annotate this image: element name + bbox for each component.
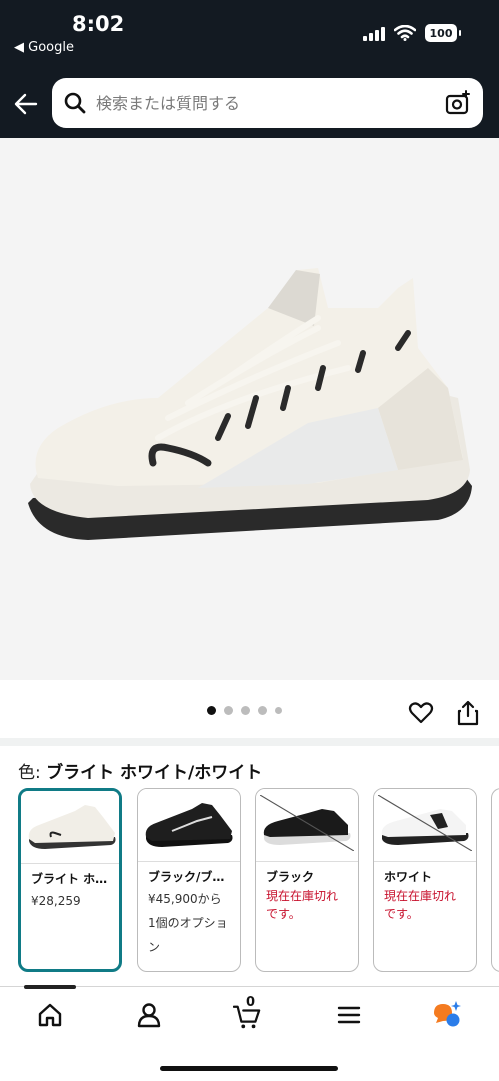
share-icon[interactable]	[456, 700, 480, 726]
bottom-navigation: 0	[0, 985, 499, 1081]
image-pager[interactable]	[207, 706, 282, 715]
product-image-area[interactable]	[0, 138, 499, 680]
active-tab-indicator	[24, 985, 76, 989]
color-selection-label: 色: ブライト ホワイト/ホワイト	[18, 758, 262, 783]
stock-line: 現在在庫切れ	[266, 889, 339, 903]
variant-card-black[interactable]: ブラック/ブ… ¥45,900から 1個のオプショ ン	[137, 788, 241, 972]
out-of-stock-text: 現在在庫切れ です。	[374, 885, 476, 923]
stock-line: 現在在庫切れ	[384, 889, 457, 903]
variant-thumbnail	[21, 791, 119, 864]
unavailable-slash-icon	[260, 795, 354, 851]
variant-card-white[interactable]: ホワイト 現在在庫切れ です。	[373, 788, 477, 972]
variant-name: ホワイト	[384, 870, 433, 884]
account-icon[interactable]	[135, 1001, 163, 1029]
color-value: ブライト ホワイト/ホワイト	[46, 763, 263, 783]
variant-card-black-leather[interactable]: ブラック 現在在庫切れ です。	[255, 788, 359, 972]
out-of-stock-text: 現在在庫切れ です。	[256, 885, 358, 923]
variant-price: ¥45,900から 1個のオプショ ン	[138, 885, 240, 959]
pager-dot[interactable]	[241, 706, 250, 715]
variant-name: ブラック/ブ…	[148, 870, 225, 884]
variant-price: ¥28,259	[31, 894, 81, 908]
heart-icon[interactable]	[408, 700, 434, 726]
stock-line: です。	[384, 907, 419, 921]
search-icon	[64, 92, 86, 114]
color-label: 色:	[18, 763, 41, 783]
variant-name: ブラック	[266, 870, 315, 884]
pager-dot-active[interactable]	[207, 706, 216, 715]
variant-card-bright-white[interactable]: ブライト ホ… ¥28,259	[18, 788, 122, 972]
product-shoe-image	[28, 268, 472, 540]
variant-name: ブライト ホ…	[31, 872, 108, 886]
variant-price-line: ¥45,900から	[148, 892, 222, 906]
pager-dot[interactable]	[258, 706, 267, 715]
white-shoe-thumbnail	[28, 805, 116, 849]
status-time: 8:02	[72, 12, 125, 36]
pager-dot[interactable]	[275, 707, 282, 714]
home-indicator	[160, 1066, 338, 1071]
home-icon[interactable]	[36, 1001, 64, 1029]
battery-icon: 100	[425, 24, 461, 42]
variant-options-line: 1個のオプショ	[148, 916, 228, 930]
section-divider	[0, 738, 499, 746]
stock-line: です。	[266, 907, 301, 921]
variant-thumbnail	[256, 789, 358, 862]
status-icons: 100	[363, 24, 461, 42]
wifi-icon	[394, 25, 416, 41]
black-shoe-thumbnail	[145, 803, 233, 847]
pager-dot[interactable]	[224, 706, 233, 715]
variant-thumbnail	[138, 789, 240, 862]
search-bar[interactable]	[52, 78, 483, 128]
back-to-google-link[interactable]: ◀ Google	[14, 40, 74, 55]
rufus-assistant-icon[interactable]	[432, 999, 462, 1029]
variant-card-partial[interactable]	[491, 788, 499, 972]
variant-thumbnail	[374, 789, 476, 862]
camera-search-icon[interactable]	[445, 90, 471, 116]
unavailable-slash-icon	[378, 795, 472, 851]
back-arrow-icon[interactable]	[12, 90, 40, 118]
cellular-signal-icon	[363, 25, 385, 41]
cart-icon[interactable]	[233, 1003, 261, 1031]
variant-options-line: ン	[148, 940, 161, 954]
menu-icon[interactable]	[335, 1001, 363, 1029]
app-header: 8:02 ◀ Google 100	[0, 0, 499, 138]
search-input[interactable]	[94, 92, 428, 114]
